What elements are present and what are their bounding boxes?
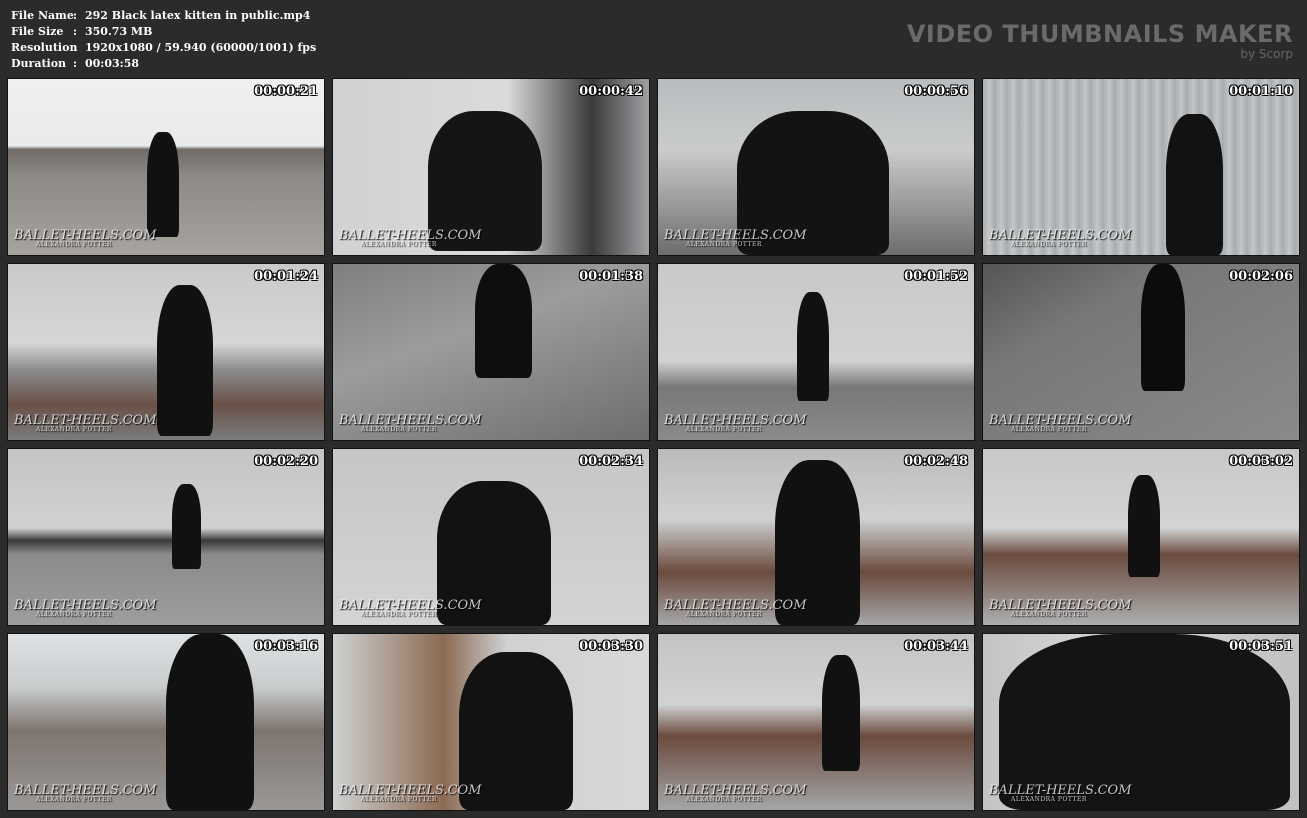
resolution-row: Resolution : 1920x1080 / 59.940 (60000/1… xyxy=(11,40,316,56)
figure-silhouette xyxy=(156,285,214,437)
figure-silhouette xyxy=(172,484,201,569)
file-name-row: File Name : 292 Black latex kitten in pu… xyxy=(11,8,316,24)
watermark-logo: BALLET-HEELS.COM ALEXANDRA POTTER xyxy=(14,598,157,619)
watermark-site: BALLET-HEELS.COM xyxy=(339,783,482,798)
separator: : xyxy=(73,41,78,54)
watermark-site: BALLET-HEELS.COM xyxy=(664,783,807,798)
thumbnail: 00:03:44 BALLET-HEELS.COM ALEXANDRA POTTER xyxy=(657,633,975,811)
file-name-value: 292 Black latex kitten in public.mp4 xyxy=(85,9,311,22)
watermark-site: BALLET-HEELS.COM xyxy=(989,783,1132,798)
watermark-logo: BALLET-HEELS.COM ALEXANDRA POTTER xyxy=(339,413,482,434)
timestamp: 00:03:30 xyxy=(579,639,643,654)
thumbnail: 00:03:16 BALLET-HEELS.COM ALEXANDRA POTTER xyxy=(7,633,325,811)
timestamp: 00:02:34 xyxy=(579,454,643,469)
watermark-logo: BALLET-HEELS.COM ALEXANDRA POTTER xyxy=(14,228,157,249)
figure-silhouette xyxy=(166,634,255,810)
thumbnail: 00:01:38 BALLET-HEELS.COM ALEXANDRA POTTER xyxy=(332,263,650,441)
watermark-logo: BALLET-HEELS.COM ALEXANDRA POTTER xyxy=(989,598,1132,619)
watermark-logo: BALLET-HEELS.COM ALEXANDRA POTTER xyxy=(664,228,807,249)
resolution-key: Resolution xyxy=(11,41,78,54)
watermark-site: BALLET-HEELS.COM xyxy=(339,413,482,428)
watermark-site: BALLET-HEELS.COM xyxy=(14,598,157,613)
timestamp: 00:03:44 xyxy=(904,639,968,654)
thumbnail: 00:01:52 BALLET-HEELS.COM ALEXANDRA POTTER xyxy=(657,263,975,441)
watermark-site: BALLET-HEELS.COM xyxy=(14,783,157,798)
watermark-site: BALLET-HEELS.COM xyxy=(989,413,1132,428)
watermark-site: BALLET-HEELS.COM xyxy=(664,228,807,243)
timestamp: 00:00:21 xyxy=(254,84,318,99)
file-name-key: File Name xyxy=(11,9,74,22)
thumbnail: 00:02:48 BALLET-HEELS.COM ALEXANDRA POTTER xyxy=(657,448,975,626)
thumbnail: 00:01:24 BALLET-HEELS.COM ALEXANDRA POTTER xyxy=(7,263,325,441)
duration-value: 00:03:58 xyxy=(85,57,140,70)
watermark-logo: BALLET-HEELS.COM ALEXANDRA POTTER xyxy=(339,783,482,804)
separator: : xyxy=(73,25,78,38)
figure-silhouette xyxy=(475,264,533,379)
brand-logo: VIDEO THUMBNAILS MAKER by Scorp xyxy=(907,20,1293,60)
file-size-value: 350.73 MB xyxy=(85,25,153,38)
thumbnail: 00:00:42 BALLET-HEELS.COM ALEXANDRA POTTER xyxy=(332,78,650,256)
thumbnail: 00:01:10 BALLET-HEELS.COM ALEXANDRA POTTER xyxy=(982,78,1300,256)
thumbnail: 00:02:06 BALLET-HEELS.COM ALEXANDRA POTTER xyxy=(982,263,1300,441)
separator: : xyxy=(73,57,78,70)
thumbnail: 00:03:51 BALLET-HEELS.COM ALEXANDRA POTTER xyxy=(982,633,1300,811)
file-size-row: File Size : 350.73 MB xyxy=(11,24,316,40)
watermark-logo: BALLET-HEELS.COM ALEXANDRA POTTER xyxy=(14,413,157,434)
duration-row: Duration : 00:03:58 xyxy=(11,56,316,72)
watermark-site: BALLET-HEELS.COM xyxy=(339,228,482,243)
watermark-site: BALLET-HEELS.COM xyxy=(664,598,807,613)
watermark-logo: BALLET-HEELS.COM ALEXANDRA POTTER xyxy=(339,598,482,619)
timestamp: 00:00:56 xyxy=(904,84,968,99)
timestamp: 00:01:38 xyxy=(579,269,643,284)
watermark-site: BALLET-HEELS.COM xyxy=(664,413,807,428)
figure-silhouette xyxy=(797,292,829,402)
figure-silhouette xyxy=(1166,114,1224,255)
thumbnail-grid: 00:00:21 BALLET-HEELS.COM ALEXANDRA POTTER… xyxy=(7,78,1300,811)
watermark-logo: BALLET-HEELS.COM ALEXANDRA POTTER xyxy=(989,783,1132,804)
watermark-site: BALLET-HEELS.COM xyxy=(14,413,157,428)
timestamp: 00:01:24 xyxy=(254,269,318,284)
figure-silhouette xyxy=(1141,264,1186,391)
brand-title: VIDEO THUMBNAILS MAKER xyxy=(906,20,1293,48)
timestamp: 00:03:02 xyxy=(1229,454,1293,469)
thumbnail: 00:03:30 BALLET-HEELS.COM ALEXANDRA POTTER xyxy=(332,633,650,811)
watermark-logo: BALLET-HEELS.COM ALEXANDRA POTTER xyxy=(989,413,1132,434)
watermark-logo: BALLET-HEELS.COM ALEXANDRA POTTER xyxy=(664,413,807,434)
resolution-value: 1920x1080 / 59.940 (60000/1001) fps xyxy=(85,41,317,54)
thumbnail: 00:03:02 BALLET-HEELS.COM ALEXANDRA POTTER xyxy=(982,448,1300,626)
watermark-logo: BALLET-HEELS.COM ALEXANDRA POTTER xyxy=(664,783,807,804)
thumbnail: 00:02:34 BALLET-HEELS.COM ALEXANDRA POTTER xyxy=(332,448,650,626)
timestamp: 00:01:52 xyxy=(904,269,968,284)
thumbnail: 00:02:20 BALLET-HEELS.COM ALEXANDRA POTTER xyxy=(7,448,325,626)
figure-silhouette xyxy=(147,131,179,238)
brand-byline: by Scorp xyxy=(1240,47,1293,61)
duration-key: Duration xyxy=(11,57,67,70)
timestamp: 00:02:48 xyxy=(904,454,968,469)
separator: : xyxy=(73,9,78,22)
watermark-logo: BALLET-HEELS.COM ALEXANDRA POTTER xyxy=(14,783,157,804)
watermark-logo: BALLET-HEELS.COM ALEXANDRA POTTER xyxy=(989,228,1132,249)
timestamp: 00:01:10 xyxy=(1229,84,1293,99)
timestamp: 00:03:51 xyxy=(1229,639,1293,654)
thumbnail: 00:00:56 BALLET-HEELS.COM ALEXANDRA POTTER xyxy=(657,78,975,256)
file-info-panel: File Name : 292 Black latex kitten in pu… xyxy=(11,8,316,72)
watermark-logo: BALLET-HEELS.COM ALEXANDRA POTTER xyxy=(664,598,807,619)
figure-silhouette xyxy=(1128,475,1160,578)
watermark-site: BALLET-HEELS.COM xyxy=(14,228,157,243)
figure-silhouette xyxy=(822,655,861,772)
file-size-key: File Size xyxy=(11,25,64,38)
watermark-logo: BALLET-HEELS.COM ALEXANDRA POTTER xyxy=(339,228,482,249)
timestamp: 00:03:16 xyxy=(254,639,318,654)
watermark-site: BALLET-HEELS.COM xyxy=(989,598,1132,613)
timestamp: 00:02:20 xyxy=(254,454,318,469)
thumbnail: 00:00:21 BALLET-HEELS.COM ALEXANDRA POTTER xyxy=(7,78,325,256)
watermark-site: BALLET-HEELS.COM xyxy=(989,228,1132,243)
timestamp: 00:02:06 xyxy=(1229,269,1293,284)
timestamp: 00:00:42 xyxy=(579,84,643,99)
watermark-site: BALLET-HEELS.COM xyxy=(339,598,482,613)
